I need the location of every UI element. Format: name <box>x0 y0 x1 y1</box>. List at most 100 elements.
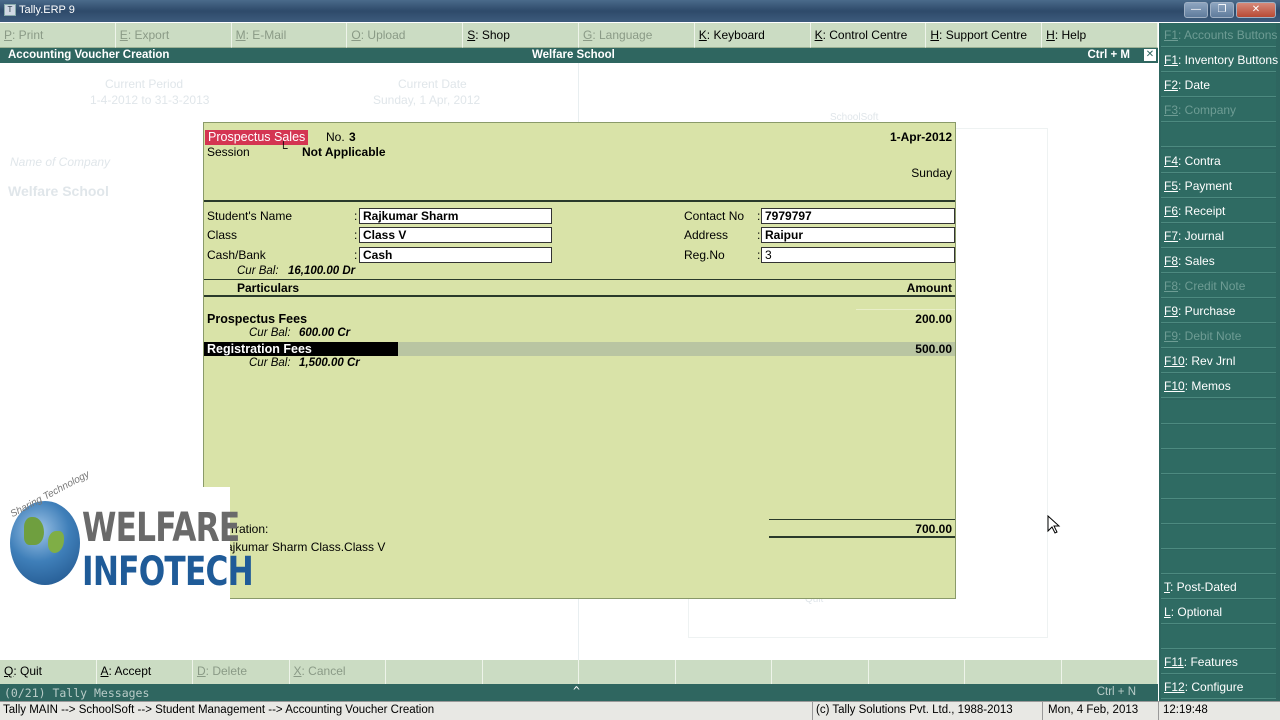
button-label: : Language <box>592 28 653 42</box>
shortcut-key: F8 <box>1164 253 1179 268</box>
shortcut-key: F1 <box>1164 53 1179 68</box>
button-label: : Contra <box>1178 153 1221 168</box>
sidebar-debit-note-button[interactable]: F9: Debit Note <box>1161 324 1276 349</box>
button-label: : Cancel <box>301 664 346 678</box>
minimize-icon[interactable]: — <box>1184 2 1208 18</box>
session-value[interactable]: Not Applicable <box>302 145 386 159</box>
company-label: Name of Company <box>10 155 111 169</box>
sidebar-post-dated-button[interactable]: T: Post-Dated <box>1161 575 1276 599</box>
button-label: : Journal <box>1178 228 1225 243</box>
tally-messages[interactable]: (0/21) Tally Messages <box>4 686 149 700</box>
sidebar-contra-button[interactable]: F4: Contra <box>1161 148 1276 173</box>
topbar-e-mail-button[interactable]: M: E-Mail <box>231 23 348 48</box>
bottom-empty-slot <box>579 660 676 684</box>
button-label: : Support Centre <box>939 28 1028 42</box>
reg-no-label: Reg.No <box>684 248 725 262</box>
button-label: : Accept <box>108 664 152 678</box>
class-field[interactable]: Class V <box>359 227 552 243</box>
expand-messages-icon[interactable]: ^ <box>573 684 580 698</box>
sidebar-memos-button[interactable]: F10: Memos <box>1161 374 1276 399</box>
shortcut-key: F2 <box>1164 78 1179 93</box>
shortcut-key: F6 <box>1164 203 1179 218</box>
status-divider <box>812 702 813 720</box>
bottom-empty-slot <box>483 660 579 684</box>
close-screen-icon[interactable]: ✕ <box>1144 49 1156 61</box>
company-value: Welfare School <box>8 183 109 199</box>
topbar-help-button[interactable]: H: Help <box>1042 23 1158 48</box>
session-colon: └ <box>279 141 288 155</box>
topbar-support-centre-button[interactable]: H: Support Centre <box>926 23 1043 48</box>
sidebar-date-button[interactable]: F2: Date <box>1161 73 1276 98</box>
bottom-empty-slot <box>386 660 483 684</box>
topbar-language-button[interactable]: G: Language <box>578 23 695 48</box>
system-date: Mon, 4 Feb, 2013 <box>1048 704 1139 716</box>
topbar-shop-button[interactable]: S: Shop <box>463 23 579 48</box>
ledger-line-amount[interactable]: 500.00 <box>915 342 952 356</box>
particulars-bottom-rule <box>204 295 955 297</box>
reg-no-field[interactable]: 3 <box>761 247 955 263</box>
contact-no-field[interactable]: 7979797 <box>761 208 955 224</box>
sidebar-journal-button[interactable]: F7: Journal <box>1161 223 1276 248</box>
current-period-value: 1-4-2012 to 31-3-2013 <box>90 93 210 107</box>
bottom-empty-slot <box>676 660 772 684</box>
amount-underline <box>856 309 955 310</box>
shortcut-key: E <box>119 28 128 42</box>
topbar-print-button[interactable]: P: Print <box>0 23 116 48</box>
button-label: : Date <box>1178 78 1211 93</box>
colon: : <box>757 248 761 262</box>
topbar-export-button[interactable]: E: Export <box>115 23 232 48</box>
sidebar-rev-jrnl-button[interactable]: F10: Rev Jrnl <box>1161 349 1276 374</box>
bottom-quit-button[interactable]: Q: Quit <box>0 660 97 684</box>
topbar-control-centre-button[interactable]: K: Control Centre <box>810 23 927 48</box>
voucher-no-value[interactable]: 3 <box>349 130 356 144</box>
tally-messages-bar[interactable]: (0/21) Tally Messages ^ Ctrl + N <box>0 684 1158 701</box>
logo-line-1: WELFARE <box>82 505 240 551</box>
voucher-date[interactable]: 1-Apr-2012 <box>890 130 952 144</box>
session-label: Session <box>207 145 250 159</box>
topbar-keyboard-button[interactable]: K: Keyboard <box>694 23 811 48</box>
shortcut-key: F5 <box>1164 178 1179 193</box>
sidebar-empty-slot <box>1161 499 1276 524</box>
bottom-delete-button[interactable]: D: Delete <box>193 660 290 684</box>
ledger-curbal-label: Cur Bal: <box>249 327 291 339</box>
sidebar-empty-slot <box>1161 474 1276 499</box>
address-label: Address <box>684 228 729 242</box>
shortcut-key: S <box>467 28 476 42</box>
sidebar-configure-button[interactable]: F12: Configure <box>1161 675 1276 700</box>
bottom-accept-button[interactable]: A: Accept <box>97 660 193 684</box>
button-label: : Purchase <box>1178 304 1236 319</box>
sidebar-optional-button[interactable]: L: Optional <box>1161 600 1276 625</box>
sidebar-purchase-button[interactable]: F9: Purchase <box>1161 299 1276 324</box>
cash-bank-field[interactable]: Cash <box>359 247 552 263</box>
particulars-header: Particulars <box>237 281 300 295</box>
ledger-curbal-value: 600.00 Cr <box>299 327 351 339</box>
address-field[interactable]: Raipur <box>761 227 955 243</box>
voucher-day: Sunday <box>911 166 952 180</box>
ledger-line-name-selected[interactable]: Registration Fees <box>204 342 398 356</box>
sidebar-company-button[interactable]: F3: Company <box>1161 98 1276 123</box>
sidebar-payment-button[interactable]: F5: Payment <box>1161 173 1276 198</box>
button-label: : Export <box>127 28 170 42</box>
bottom-cancel-button[interactable]: X: Cancel <box>290 660 386 684</box>
ledger-line-amount[interactable]: 200.00 <box>915 312 952 326</box>
sidebar-receipt-button[interactable]: F6: Receipt <box>1161 198 1276 223</box>
topbar-upload-button[interactable]: O: Upload <box>347 23 464 48</box>
close-icon[interactable]: ✕ <box>1236 2 1276 18</box>
sidebar-inventory-buttons-button[interactable]: F1: Inventory Buttons <box>1161 48 1278 73</box>
sidebar-empty-slot <box>1161 449 1276 474</box>
shortcut-key: H <box>930 28 940 42</box>
cash-curbal-value: 16,100.00 Dr <box>288 265 356 277</box>
sidebar-sales-button[interactable]: F8: Sales <box>1161 248 1276 273</box>
ledger-line-name[interactable]: Prospectus Fees <box>207 312 307 326</box>
sidebar-accounts-buttons-button[interactable]: F1: Accounts Buttons <box>1161 23 1277 47</box>
sidebar-credit-note-button[interactable]: F8: Credit Note <box>1161 274 1276 298</box>
messages-shortcut: Ctrl + N <box>1096 686 1136 698</box>
sidebar-empty-slot <box>1161 525 1276 549</box>
sidebar-features-button[interactable]: F11: Features <box>1161 650 1276 675</box>
right-button-bar: F1: Accounts Buttons F1: Inventory Button… <box>1159 23 1280 720</box>
system-time: 12:19:48 <box>1163 704 1208 716</box>
shortcut-key: M <box>235 28 246 42</box>
restore-icon[interactable]: ❐ <box>1210 2 1234 18</box>
shortcut-key: K <box>814 28 823 42</box>
student-name-field[interactable]: Rajkumar Sharm <box>359 208 552 224</box>
